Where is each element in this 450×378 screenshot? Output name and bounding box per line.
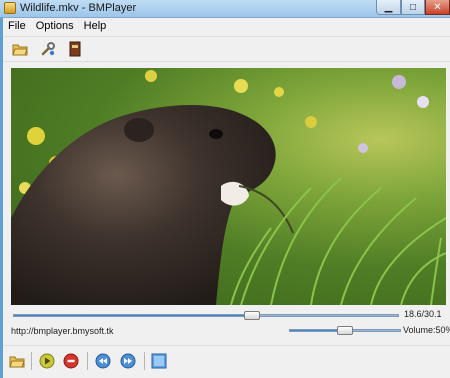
rewind-icon[interactable] — [95, 353, 111, 369]
playback-controls — [3, 345, 450, 376]
separator — [31, 352, 32, 370]
menu-bar: File Options Help — [3, 18, 450, 34]
open-folder-icon[interactable] — [12, 41, 28, 57]
video-frame[interactable] — [11, 68, 446, 305]
grass-blades — [230, 177, 446, 305]
toolbar — [3, 36, 450, 62]
menu-options[interactable]: Options — [31, 18, 79, 34]
maximize-icon: □ — [409, 1, 417, 13]
title-bar[interactable]: Wildlife.mkv - BMPlayer ▁ □ ✕ — [0, 0, 450, 18]
fast-forward-icon[interactable] — [120, 353, 136, 369]
video-image — [11, 70, 446, 305]
close-icon: ✕ — [433, 1, 442, 13]
window-title: Wildlife.mkv - BMPlayer — [20, 2, 137, 14]
app-icon — [4, 2, 16, 14]
marmot-eye — [209, 129, 223, 139]
book-icon[interactable] — [67, 41, 83, 57]
close-button[interactable]: ✕ — [425, 0, 450, 15]
volume-display: Volume:50% — [403, 325, 450, 335]
website-link[interactable]: http://bmplayer.bmysoft.tk — [11, 326, 114, 336]
seek-handle[interactable] — [243, 311, 260, 320]
maximize-button[interactable]: □ — [401, 0, 425, 15]
menu-help[interactable]: Help — [79, 18, 112, 34]
seek-progress — [14, 315, 252, 316]
minimize-icon: ▁ — [384, 1, 393, 13]
separator — [144, 352, 145, 370]
marmot-ear — [124, 118, 154, 142]
volume-handle[interactable] — [337, 326, 353, 335]
minimize-button[interactable]: ▁ — [376, 0, 401, 15]
seek-bar[interactable] — [13, 314, 399, 317]
fullscreen-icon[interactable] — [151, 353, 167, 369]
play-icon[interactable] — [39, 353, 55, 369]
menu-file[interactable]: File — [3, 18, 31, 34]
open-folder-icon[interactable] — [9, 353, 25, 369]
time-display: 18.6/30.1 — [404, 309, 442, 319]
stop-icon[interactable] — [63, 353, 79, 369]
settings-wrench-icon[interactable] — [40, 41, 56, 57]
player-window: File Options Help 18.6/30.1 http://bmpla… — [3, 18, 450, 378]
separator — [87, 352, 88, 370]
